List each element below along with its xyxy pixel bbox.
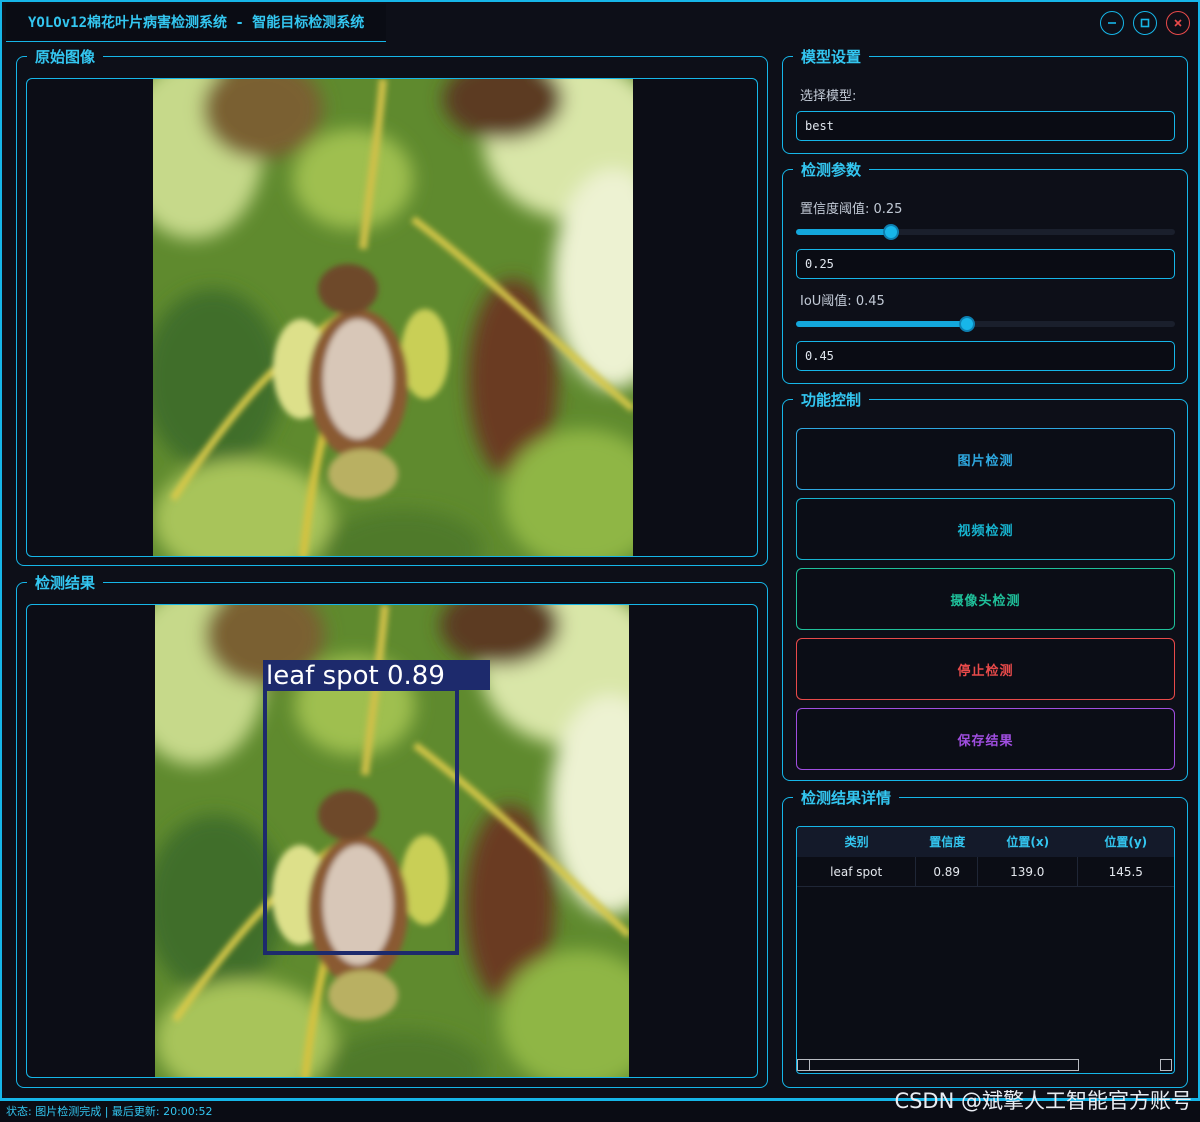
detection-params-panel: 检测参数 置信度阈值: 0.25 0.25 IoU阈值: 0.45 0.45	[782, 160, 1188, 384]
window-controls	[1100, 11, 1190, 35]
stop-detect-button[interactable]: 停止检测	[796, 638, 1175, 700]
original-image	[153, 79, 633, 556]
close-icon[interactable]	[1166, 11, 1190, 35]
cell-class: leaf spot	[797, 857, 917, 886]
results-table[interactable]: 类别 置信度 位置(x) 位置(y) leaf spot 0.89 139.0 …	[796, 826, 1175, 1074]
results-details-panel: 检测结果详情 类别 置信度 位置(x) 位置(y) leaf spot 0.89…	[782, 788, 1188, 1088]
iou-slider-thumb[interactable]	[958, 316, 975, 332]
column-header-confidence[interactable]: 置信度	[916, 827, 978, 857]
cell-confidence: 0.89	[916, 857, 979, 886]
detection-params-title: 检测参数	[793, 160, 870, 180]
iou-slider[interactable]	[796, 316, 1175, 332]
image-detect-button[interactable]: 图片检测	[796, 428, 1175, 490]
window-title: YOLOv12棉花叶片病害检测系统 - 智能目标检测系统	[6, 4, 387, 42]
iou-input[interactable]: 0.45	[796, 341, 1175, 371]
scroll-corner	[1160, 1059, 1172, 1071]
model-select[interactable]: best	[796, 111, 1175, 141]
column-header-class[interactable]: 类别	[797, 827, 916, 857]
camera-detect-button[interactable]: 摄像头检测	[796, 568, 1175, 630]
result-image: leaf spot 0.89	[155, 605, 629, 1077]
cell-y: 145.5	[1108, 865, 1143, 879]
cell-x: 139.0	[978, 857, 1078, 886]
horizontal-scrollbar[interactable]	[797, 1059, 1079, 1071]
minimize-icon[interactable]	[1100, 11, 1124, 35]
result-image-title: 检测结果	[27, 573, 104, 593]
function-controls-title: 功能控制	[793, 390, 870, 410]
title-bar[interactable]: YOLOv12棉花叶片病害检测系统 - 智能目标检测系统	[2, 2, 1198, 42]
function-controls-panel: 功能控制 图片检测 视频检测 摄像头检测 停止检测 保存结果	[782, 390, 1188, 781]
video-detect-button[interactable]: 视频检测	[796, 498, 1175, 560]
detection-label: leaf spot 0.89	[266, 661, 445, 691]
original-image-frame	[26, 78, 758, 557]
watermark: CSDN @斌擎人工智能官方账号	[894, 1089, 1192, 1113]
app-window: YOLOv12棉花叶片病害检测系统 - 智能目标检测系统 原始图像 检测结果 l…	[0, 0, 1200, 1100]
original-image-panel: 原始图像	[16, 47, 768, 566]
result-image-panel: 检测结果 leaf spot 0.89	[16, 573, 768, 1088]
iou-label: IoU阈值: 0.45	[800, 294, 885, 309]
table-header: 类别 置信度 位置(x) 位置(y)	[797, 827, 1174, 857]
save-result-button[interactable]: 保存结果	[796, 708, 1175, 770]
column-header-x[interactable]: 位置(x)	[978, 827, 1077, 857]
original-image-title: 原始图像	[27, 47, 104, 67]
result-image-frame: leaf spot 0.89	[26, 604, 758, 1078]
model-settings-title: 模型设置	[793, 47, 870, 67]
model-settings-panel: 模型设置 选择模型: best	[782, 47, 1188, 154]
model-select-label: 选择模型:	[800, 89, 857, 104]
table-row[interactable]: leaf spot 0.89 139.0 145.5	[797, 857, 1174, 887]
confidence-slider-thumb[interactable]	[882, 224, 899, 240]
confidence-slider[interactable]	[796, 224, 1175, 240]
maximize-icon[interactable]	[1133, 11, 1157, 35]
results-details-title: 检测结果详情	[793, 788, 900, 808]
confidence-input[interactable]: 0.25	[796, 249, 1175, 279]
confidence-label: 置信度阈值: 0.25	[800, 202, 903, 217]
column-header-y[interactable]: 位置(y)	[1078, 827, 1174, 857]
